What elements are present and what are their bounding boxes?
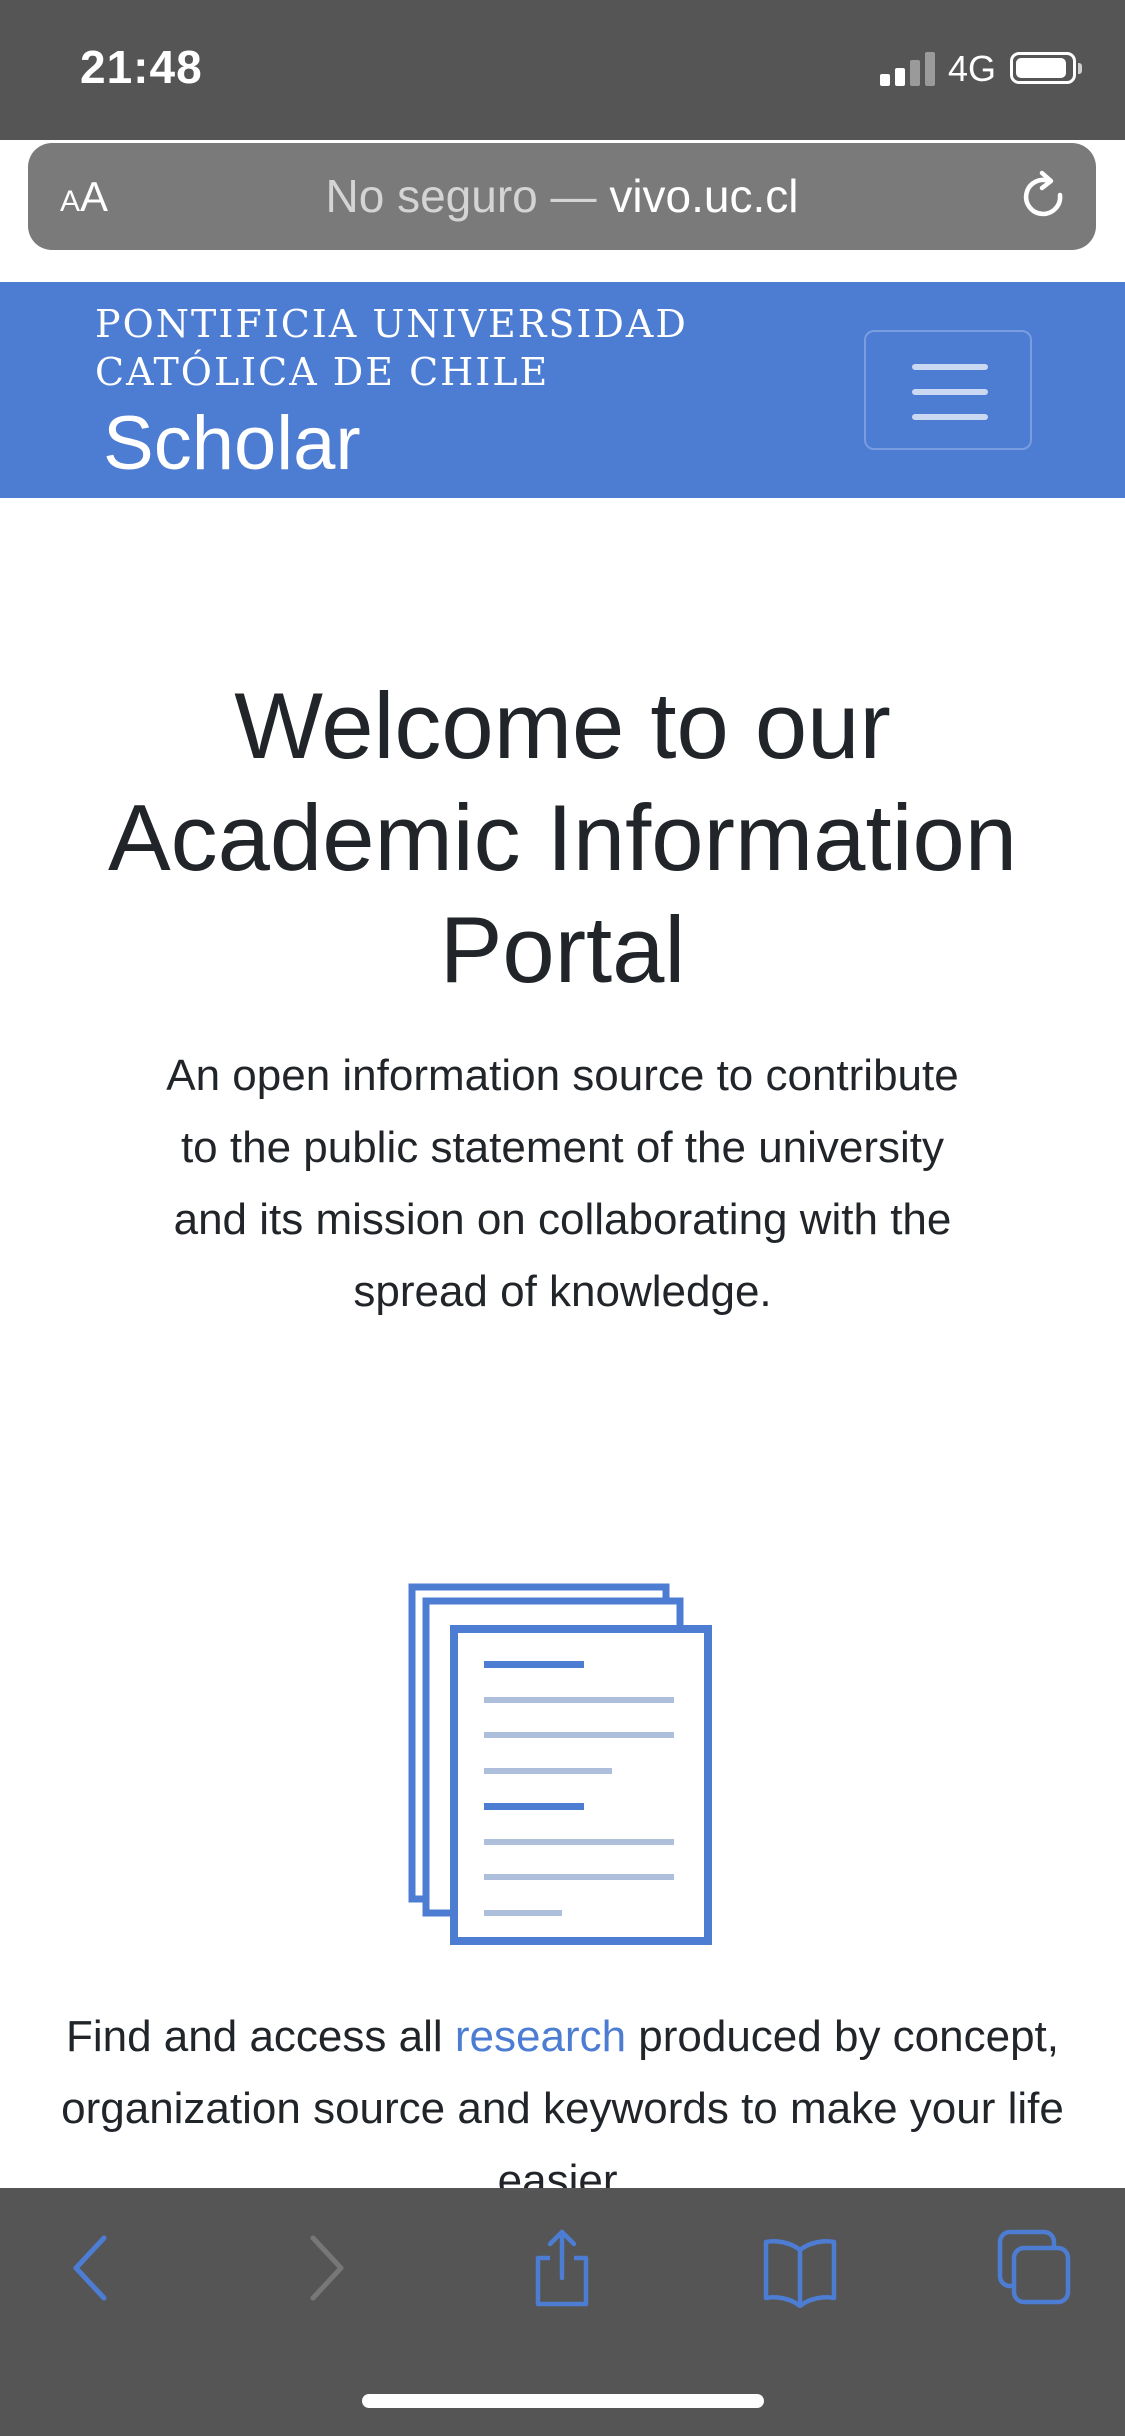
- forward-icon[interactable]: [285, 2228, 365, 2308]
- signal-icon: [880, 52, 938, 86]
- share-icon[interactable]: [522, 2228, 602, 2308]
- feature-text-before: Find and access all: [65, 2012, 455, 2061]
- status-time: 21:48: [80, 41, 203, 93]
- bookmarks-icon[interactable]: [760, 2228, 840, 2308]
- feature-description: Find and access all research produced by…: [40, 2001, 1085, 2188]
- institution-name-line2[interactable]: CATÓLICA DE CHILE: [95, 350, 549, 394]
- tabs-icon[interactable]: [994, 2228, 1074, 2308]
- brand-scholar-link[interactable]: Scholar: [103, 400, 361, 487]
- battery-icon: [1010, 52, 1082, 84]
- site-header: PONTIFICIA UNIVERSIDAD CATÓLICA DE CHILE…: [0, 282, 1125, 498]
- hamburger-menu-button[interactable]: [864, 330, 1032, 450]
- page-title: Welcome to our Academic Information Port…: [107, 673, 1018, 1002]
- main-content: Welcome to our Academic Information Port…: [0, 498, 1125, 2188]
- network-label: 4G: [948, 48, 997, 89]
- reload-icon[interactable]: [1016, 169, 1072, 225]
- back-icon[interactable]: [52, 2228, 132, 2308]
- status-bar: 21:48 4G: [0, 0, 1125, 140]
- url-security-label: No seguro —: [325, 170, 610, 222]
- documents-icon: [408, 1583, 712, 1945]
- url-host: vivo.uc.cl: [609, 170, 799, 222]
- home-indicator[interactable]: [362, 2394, 764, 2408]
- research-link[interactable]: research: [455, 2012, 626, 2061]
- intro-description: An open information source to contribute…: [166, 1051, 959, 1316]
- institution-name-line1[interactable]: PONTIFICIA UNIVERSIDAD: [95, 302, 688, 346]
- address-bar[interactable]: AA No seguro — vivo.uc.cl: [28, 143, 1096, 250]
- url-display[interactable]: No seguro — vivo.uc.cl: [28, 169, 1096, 223]
